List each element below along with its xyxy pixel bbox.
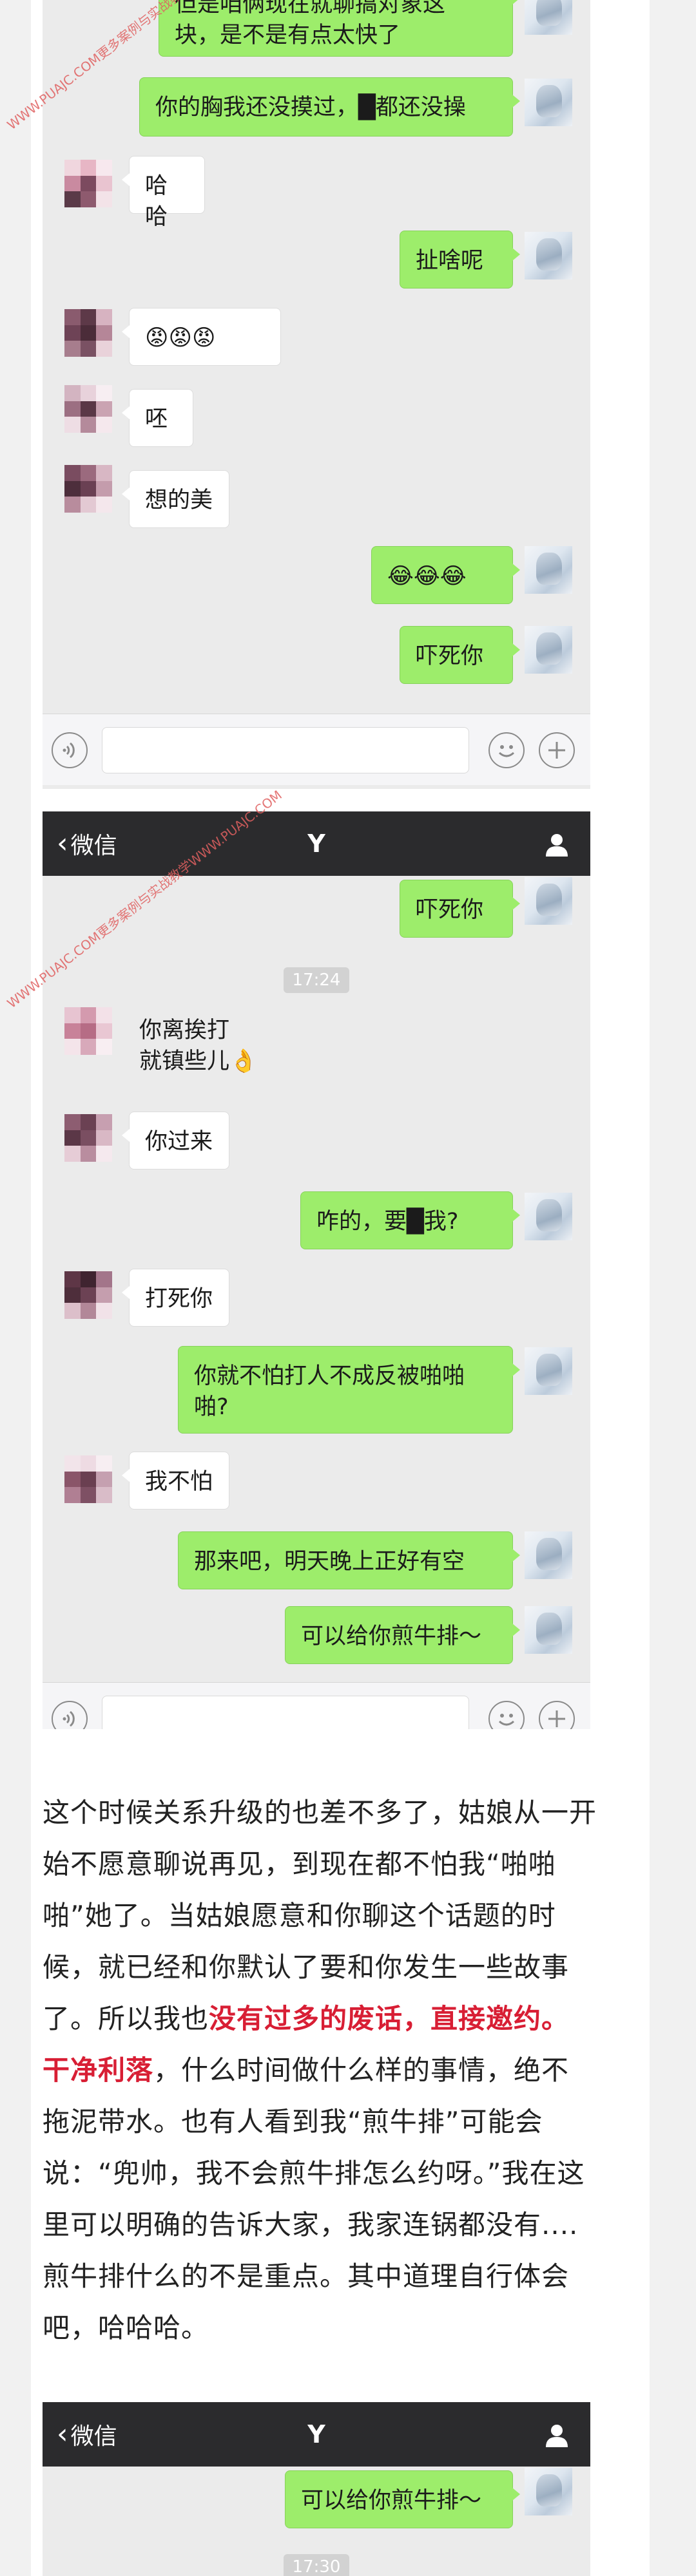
voice-icon [63, 742, 75, 759]
emoji-icon [498, 745, 515, 757]
message-bubble-in: 😡😡😡 [122, 308, 281, 366]
message-bubble-out: 吓死你 [400, 880, 520, 938]
my-avatar [525, 79, 572, 126]
my-avatar [525, 877, 572, 925]
chat-input-bar [43, 714, 590, 785]
chat-title: Y [307, 2420, 325, 2448]
chat-screenshot-3: ‹ 微信 Y 可以给你煎牛排～ 17:30 [43, 2402, 590, 2576]
contact-avatar [64, 160, 112, 207]
contact-avatar [64, 1114, 112, 1162]
contact-avatar [64, 1455, 112, 1503]
article-text: ，什么时间做什么样的事情，绝不拖泥带水。也有人看到我“煎牛排”可能会说：“兜帅，… [43, 2054, 585, 2344]
message-text-in: 你离挨打 就镇些儿👌 [139, 1018, 258, 1074]
contact-avatar [64, 1271, 112, 1319]
contact-avatar [64, 1007, 112, 1055]
message-bubble-out: 😂😂😂 [371, 546, 520, 604]
message-bubble-out: 可以给你煎牛排～ [285, 2470, 520, 2528]
message-bubble-in: 哈哈 [122, 156, 205, 230]
emoji-icon [498, 1714, 515, 1726]
message-bubble-out: 你的胸我还没摸过，█都还没操 [139, 77, 520, 137]
message-timestamp: 17:24 [43, 967, 590, 993]
message-bubble-out: 吓死你 [400, 626, 520, 684]
user-profile-icon[interactable] [543, 831, 571, 859]
my-avatar [525, 2468, 572, 2515]
contact-avatar [64, 309, 112, 357]
my-avatar [525, 546, 572, 594]
message-bubble-out: 咋的，要█我? [300, 1191, 520, 1249]
article-text: 这个时候关系升级的也差不多了，姑娘从一开始不愿意聊说再见，到现在都不怕我“啪啪啪… [43, 1797, 597, 2034]
my-avatar [525, 626, 572, 674]
voice-button[interactable] [52, 1701, 88, 1729]
my-avatar [525, 1347, 572, 1395]
message-bubble-out: 那来吧，明天晚上正好有空 [178, 1531, 520, 1589]
message-bubble-out: 可以给你煎牛排～ [285, 1606, 520, 1664]
emoji-button[interactable] [488, 1701, 525, 1729]
chat-navbar: ‹ 微信 Y [43, 2402, 590, 2467]
plus-icon [548, 742, 565, 759]
contact-avatar [64, 385, 112, 433]
message-bubble-out: 你就不怕打人不成反被啪啪 啪? [178, 1346, 520, 1434]
chat-screenshot-2: ‹ 微信 Y 吓死你 17:24 你离挨打 就镇些儿👌 你过来 咋的，要█我? … [43, 811, 590, 1729]
message-bubble-in: 想的美 [122, 470, 229, 528]
plus-button[interactable] [539, 1701, 575, 1729]
my-avatar [525, 232, 572, 279]
message-timestamp: 17:30 [43, 2554, 590, 2576]
message-bubble-out: 扯啥呢 [400, 231, 520, 289]
message-bubble-in: 打死你 [122, 1269, 229, 1327]
my-avatar [525, 1606, 572, 1654]
message-bubble-in: 我不怕 [122, 1452, 229, 1510]
my-avatar [525, 1193, 572, 1240]
chat-input-bar [43, 1682, 590, 1729]
chat-screenshot-1: 但是咱俩现在就聊搞对象这 块，是不是有点太快了 你的胸我还没摸过，█都还没操 哈… [43, 0, 590, 789]
plus-icon [548, 1710, 565, 1727]
message-bubble-in: 呸 [122, 389, 193, 447]
plus-button[interactable] [539, 732, 575, 768]
my-avatar [525, 0, 572, 35]
message-bubble-in: 你过来 [122, 1112, 229, 1170]
emoji-button[interactable] [488, 732, 525, 768]
contact-avatar [64, 465, 112, 513]
chat-navbar: ‹ 微信 Y [43, 811, 590, 876]
chat-title: Y [307, 829, 325, 858]
user-profile-icon[interactable] [543, 2421, 571, 2450]
message-input[interactable] [102, 1696, 469, 1729]
message-input[interactable] [102, 727, 469, 773]
message-bubble-out: 但是咱俩现在就聊搞对象这 块，是不是有点太快了 [159, 0, 520, 57]
my-avatar [525, 1531, 572, 1579]
voice-button[interactable] [52, 732, 88, 768]
article-paragraph: 这个时候关系升级的也差不多了，姑娘从一开始不愿意聊说再见，到现在都不怕我“啪啪啪… [43, 1787, 597, 2354]
voice-icon [63, 1710, 75, 1727]
